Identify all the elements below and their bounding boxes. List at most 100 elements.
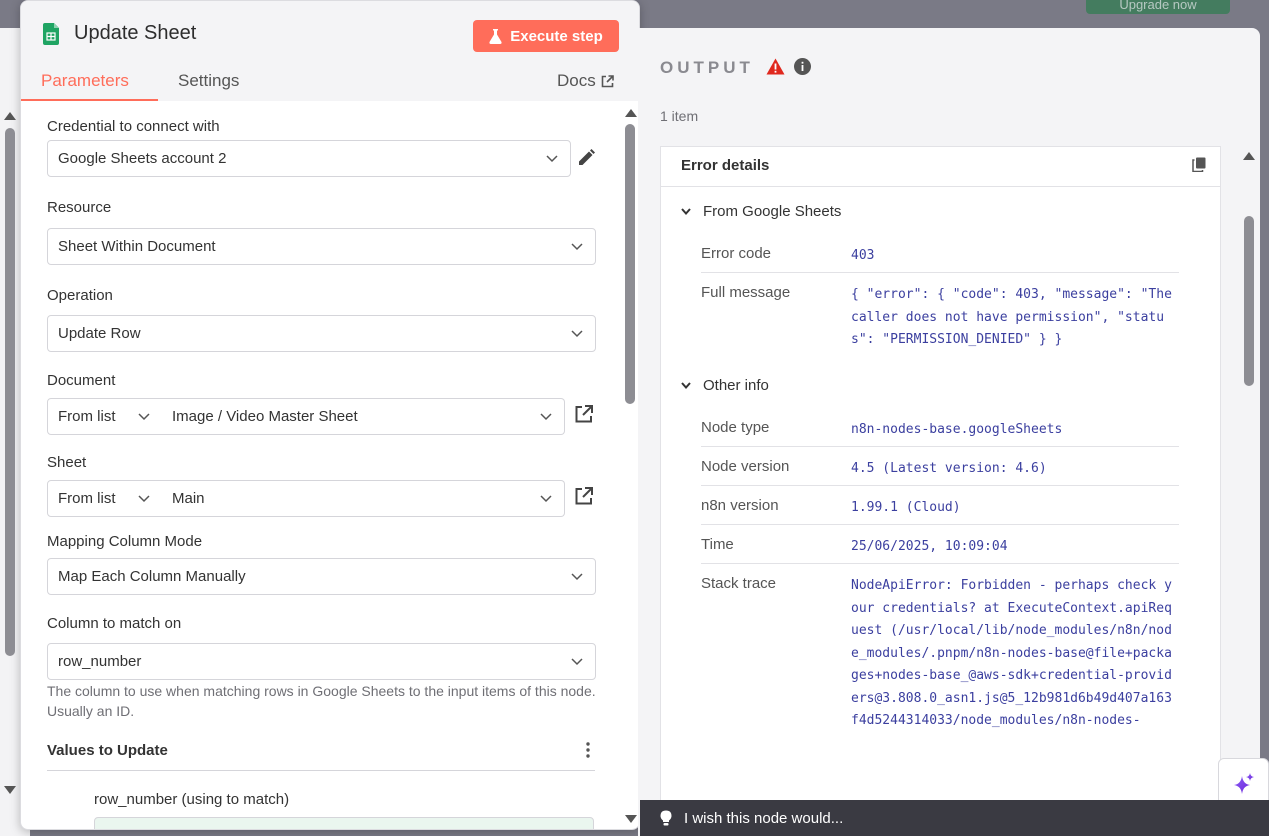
- row-number-expression-input[interactable]: [94, 817, 594, 829]
- sheet-select[interactable]: Main: [162, 480, 565, 517]
- credential-label: Credential to connect with: [47, 118, 220, 135]
- chevron-down-icon: [681, 208, 691, 215]
- chevron-down-icon: [571, 243, 583, 251]
- n8n-version-value: 1.99.1 (Cloud): [851, 500, 961, 515]
- chevron-down-icon: [571, 330, 583, 338]
- google-sheets-icon: [43, 23, 59, 45]
- match-column-label: Column to match on: [47, 615, 182, 632]
- error-details-title: Error details: [681, 157, 770, 174]
- sheet-label: Sheet: [47, 454, 87, 471]
- lightbulb-icon: [660, 810, 672, 826]
- values-to-update-title: Values to Update: [47, 742, 168, 759]
- output-panel: OUTPUT 1 item Error details From Google …: [638, 28, 1260, 836]
- credential-select[interactable]: Google Sheets account 2: [47, 140, 571, 177]
- node-title: Update Sheet: [74, 22, 197, 44]
- node-version-value: 4.5 (Latest version: 4.6): [851, 461, 1047, 476]
- match-column-value: row_number: [58, 653, 142, 670]
- output-scroll-up-arrow[interactable]: [1243, 152, 1255, 160]
- operation-value: Update Row: [58, 325, 141, 342]
- feedback-label: I wish this node would...: [684, 809, 844, 827]
- node-parameters-panel: Update Sheet Execute step Parameters Set…: [20, 0, 640, 830]
- output-scrollbar-thumb[interactable]: [1244, 216, 1254, 386]
- warning-icon: [766, 58, 785, 75]
- full-message-key: Full message: [701, 284, 791, 301]
- stack-trace-key: Stack trace: [701, 575, 777, 592]
- time-value: 25/06/2025, 10:09:04: [851, 539, 1008, 554]
- document-label: Document: [47, 372, 116, 389]
- node-type-key: Node type: [701, 419, 770, 436]
- open-sheet-external-icon[interactable]: [574, 486, 594, 506]
- document-select[interactable]: Image / Video Master Sheet: [162, 398, 565, 435]
- operation-select[interactable]: Update Row: [47, 315, 596, 352]
- chevron-down-icon: [138, 413, 150, 421]
- match-column-hint: The column to use when matching rows in …: [47, 683, 596, 719]
- n8n-version-key: n8n version: [701, 497, 779, 514]
- chevron-down-icon: [571, 658, 583, 666]
- node-type-value: n8n-nodes-base.googleSheets: [851, 422, 1063, 437]
- full-message-row: Full message { "error": { "code": 403, "…: [701, 284, 1179, 359]
- credential-value: Google Sheets account 2: [58, 150, 227, 167]
- page-scroll-up-arrow[interactable]: [4, 112, 16, 120]
- flask-icon: [489, 28, 502, 44]
- tab-parameters[interactable]: Parameters: [41, 71, 129, 91]
- section-from-google-sheets[interactable]: From Google Sheets: [681, 203, 841, 220]
- n8n-version-row: n8n version 1.99.1 (Cloud): [701, 497, 1179, 525]
- stack-trace-value: NodeApiError: Forbidden - perhaps check …: [851, 578, 1172, 728]
- match-column-select[interactable]: row_number: [47, 643, 596, 680]
- more-options-icon[interactable]: [585, 741, 591, 759]
- time-row: Time 25/06/2025, 10:09:04: [701, 536, 1179, 564]
- scroll-down-arrow[interactable]: [625, 815, 637, 823]
- operation-label: Operation: [47, 287, 113, 304]
- mapping-mode-select[interactable]: Map Each Column Manually: [47, 558, 596, 595]
- output-title: OUTPUT: [660, 58, 754, 77]
- section-other-info[interactable]: Other info: [681, 377, 769, 394]
- document-value: Image / Video Master Sheet: [172, 408, 358, 425]
- error-details-card: Error details From Google Sheets Error c…: [660, 146, 1221, 836]
- sparkle-icon: [1233, 773, 1254, 794]
- upgrade-button[interactable]: Upgrade now: [1086, 0, 1230, 14]
- error-details-header: Error details: [661, 147, 1220, 187]
- resource-value: Sheet Within Document: [58, 238, 216, 255]
- document-mode-select[interactable]: From list: [47, 398, 163, 435]
- chevron-down-icon: [571, 573, 583, 581]
- item-count: 1 item: [660, 108, 699, 124]
- docs-label: Docs: [557, 71, 596, 90]
- execute-step-label: Execute step: [510, 27, 603, 45]
- mapping-mode-value: Map Each Column Manually: [58, 568, 246, 585]
- error-code-row: Error code 403: [701, 245, 1179, 273]
- section-other-info-label: Other info: [703, 377, 769, 394]
- resource-select[interactable]: Sheet Within Document: [47, 228, 596, 265]
- sheet-mode-value: From list: [58, 490, 116, 507]
- execute-step-button[interactable]: Execute step: [473, 20, 619, 52]
- scroll-up-arrow[interactable]: [625, 109, 637, 117]
- sheet-mode-select[interactable]: From list: [47, 480, 163, 517]
- page-scroll-down-arrow[interactable]: [4, 786, 16, 794]
- parameters-scrollbar-thumb[interactable]: [625, 124, 635, 404]
- node-version-key: Node version: [701, 458, 790, 475]
- resource-label: Resource: [47, 199, 112, 216]
- mapping-mode-label: Mapping Column Mode: [47, 533, 203, 550]
- panel-header: Update Sheet Execute step Parameters Set…: [21, 1, 639, 101]
- chevron-down-icon: [681, 382, 691, 389]
- chevron-down-icon: [546, 155, 558, 163]
- docs-link[interactable]: Docs: [557, 71, 614, 91]
- active-tab-indicator: [21, 99, 158, 101]
- edit-pencil-icon[interactable]: [576, 148, 596, 168]
- node-type-row: Node type n8n-nodes-base.googleSheets: [701, 419, 1179, 447]
- chevron-down-icon: [540, 413, 552, 421]
- open-document-external-icon[interactable]: [574, 404, 594, 424]
- divider: [47, 770, 595, 771]
- feedback-bar[interactable]: I wish this node would...: [640, 800, 1269, 836]
- stack-trace-row: Stack trace NodeApiError: Forbidden - pe…: [701, 575, 1179, 835]
- node-version-row: Node version 4.5 (Latest version: 4.6): [701, 458, 1179, 486]
- tab-settings[interactable]: Settings: [178, 71, 239, 91]
- row-number-label: row_number (using to match): [94, 791, 290, 808]
- sheet-value: Main: [172, 490, 205, 507]
- info-icon[interactable]: [794, 58, 811, 75]
- copy-icon[interactable]: [1192, 157, 1206, 172]
- page-scrollbar-thumb[interactable]: [5, 128, 15, 656]
- external-link-icon: [601, 74, 614, 87]
- error-code-key: Error code: [701, 245, 772, 262]
- chevron-down-icon: [540, 495, 552, 503]
- full-message-value: { "error": { "code": 403, "message": "Th…: [851, 287, 1172, 347]
